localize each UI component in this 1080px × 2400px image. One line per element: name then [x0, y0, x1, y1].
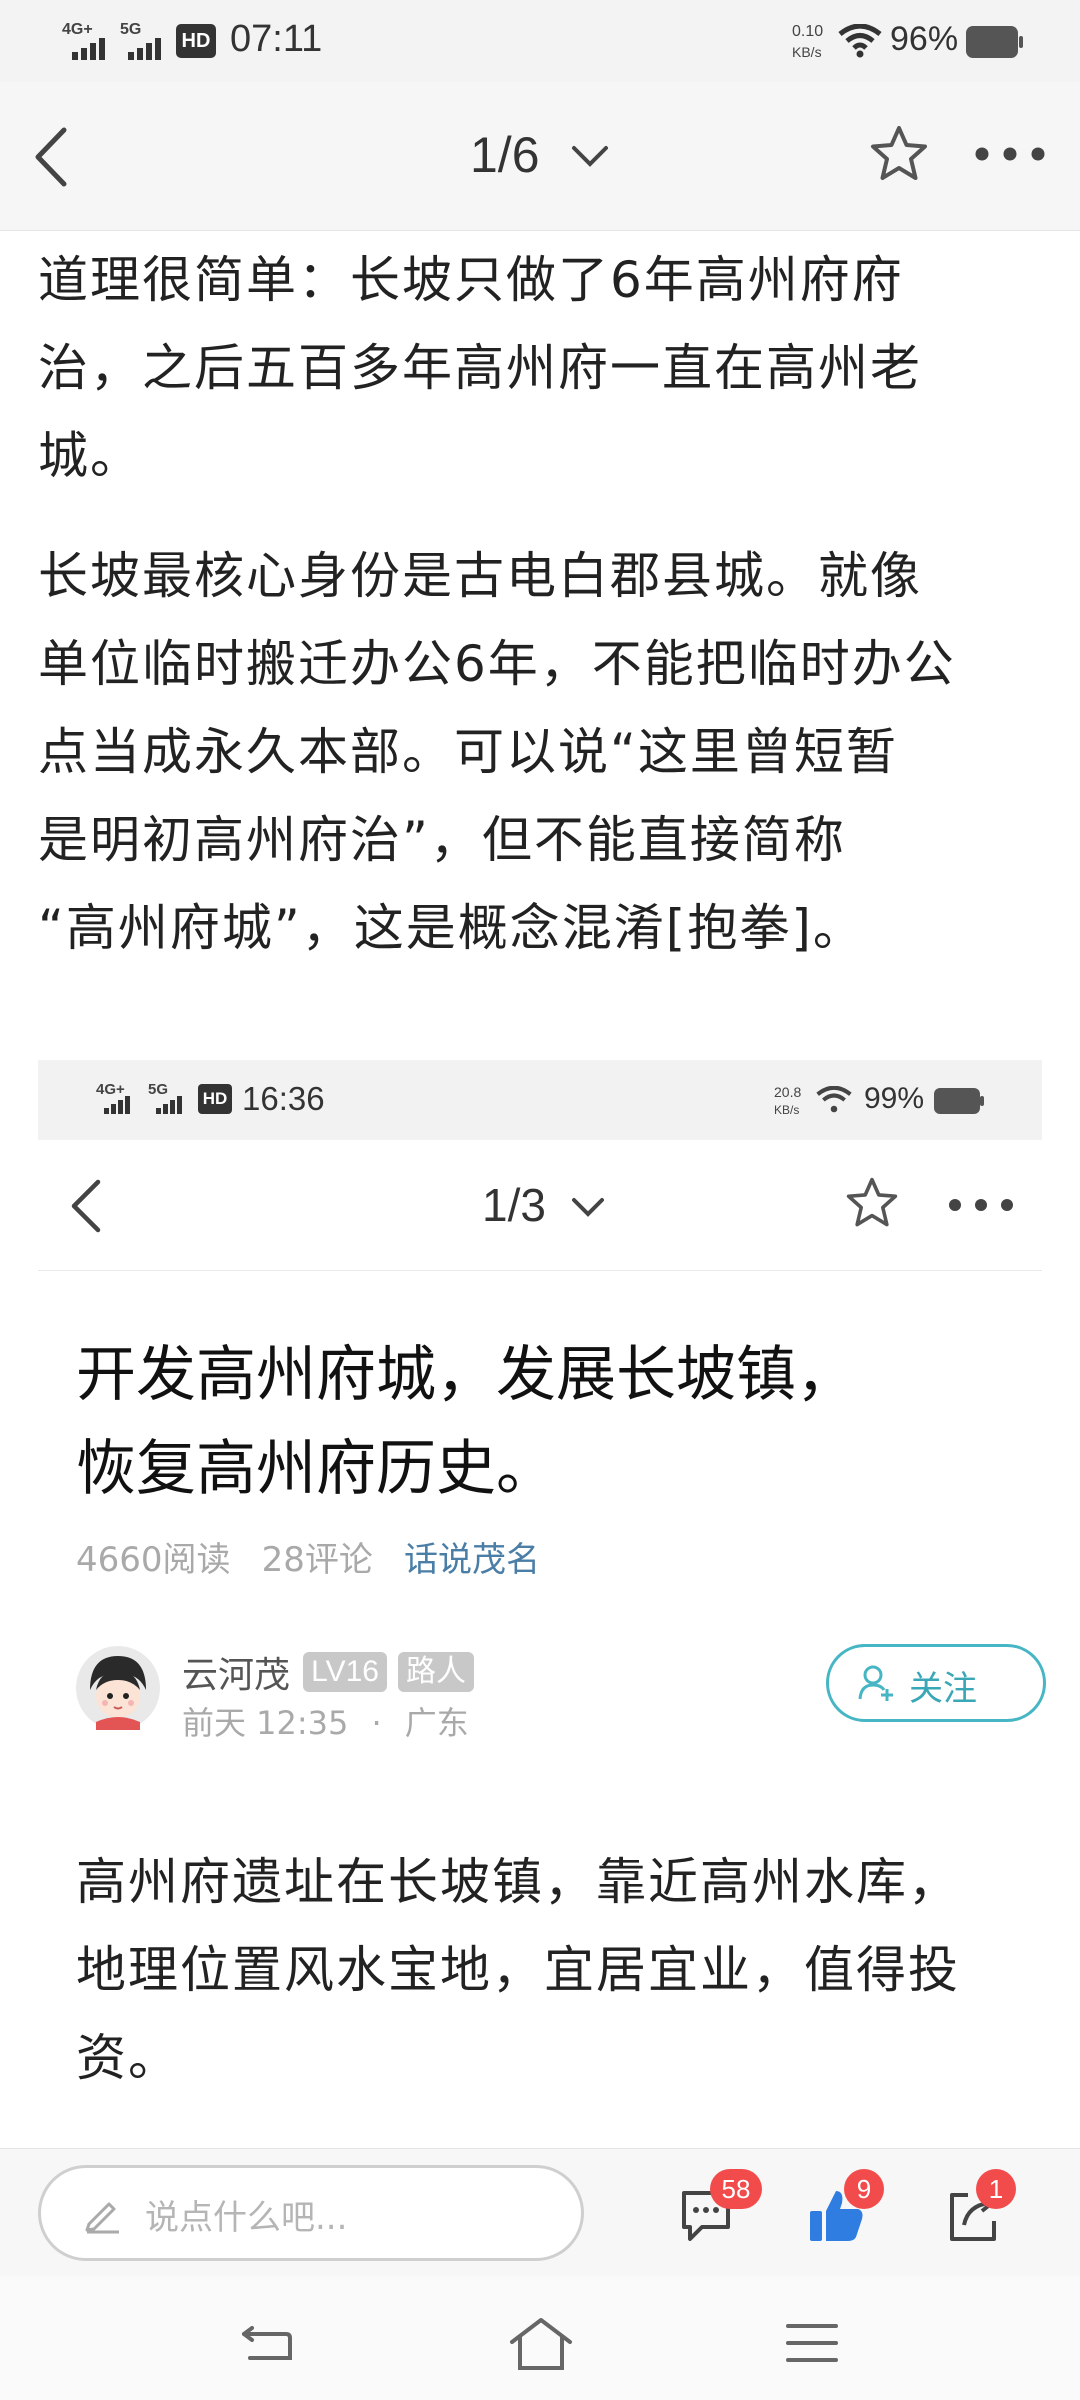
network-label-4g: 4G+ [62, 21, 93, 38]
network-speed-value: 0.10 [792, 23, 824, 40]
post-meta: 4660阅读 28评论 话说茂名 [76, 1532, 540, 1580]
post-title-line: 开发高州府城，发展长坡镇， [76, 1340, 856, 1410]
embedded-battery-percent: 99% [864, 1082, 925, 1115]
level-badge: LV16 [303, 1652, 387, 1692]
comments-button[interactable]: 58 [670, 2169, 790, 2259]
paragraph-line: 城。 [38, 427, 142, 485]
embedded-status-bar: 4G+ 5G HD 16:36 20.8 KB/s 99% [38, 1060, 1042, 1140]
embedded-signal-icon-2 [156, 1096, 182, 1114]
signal-icon-2 [128, 38, 161, 60]
post-body-line: 资。 [76, 2029, 180, 2087]
paragraph-line: “高州府城”，这是概念混淆[抱拳]。 [38, 899, 865, 957]
follow-label: 关注 [909, 1669, 977, 1709]
embedded-nav-bar: 1/3 [38, 1140, 1042, 1271]
embedded-hd-icon: HD [198, 1084, 232, 1114]
embedded-speed-unit: KB/s [774, 1103, 800, 1117]
embedded-more-icon [949, 1199, 1013, 1211]
network-label-5g: 5G [120, 21, 142, 38]
post-time-location: 前天 12:35 · 广东 [182, 1698, 469, 1744]
star-icon[interactable] [868, 124, 930, 184]
post-body-line: 地理位置风水宝地，宜居宜业，值得投 [76, 1941, 960, 1999]
meta-separator: · [371, 1704, 382, 1742]
signal-icon [72, 38, 105, 60]
paragraph-line: 长坡最核心身份是古电白郡县城。就像 [38, 547, 922, 605]
top-nav-bar: 1/6 [0, 82, 1080, 231]
post-time: 前天 12:35 [182, 1704, 349, 1742]
embedded-battery-icon [934, 1088, 984, 1114]
pencil-icon [85, 2202, 119, 2234]
comment-count-meta: 28评论 [261, 1540, 373, 1580]
system-home-icon[interactable] [506, 2316, 576, 2372]
comment-placeholder: 说点什么吧... [145, 2198, 348, 2238]
paragraph-line: 点当成永久本部。可以说“这里曾短暂 [38, 723, 898, 781]
post-body-line: 高州府遗址在长坡镇，靠近高州水库， [76, 1853, 960, 1911]
paragraph-line: 治，之后五百多年高州府一直在高州老 [38, 339, 922, 397]
post-body: 高州府遗址在长坡镇，靠近高州水库， 地理位置风水宝地，宜居宜业，值得投 资。 [76, 1838, 1036, 2102]
post-title-line: 恢复高州府历史。 [76, 1434, 556, 1504]
paragraph-line: 是明初高州府治”，但不能直接简称 [38, 811, 846, 869]
embedded-speed-value: 20.8 [774, 1084, 802, 1100]
battery-icon [966, 26, 1023, 58]
like-button[interactable]: 9 [800, 2169, 910, 2259]
share-count-badge: 1 [976, 2169, 1016, 2209]
follow-button: 关注 [826, 1644, 1046, 1722]
system-nav-bar [0, 2276, 1080, 2400]
chevron-down-icon [572, 146, 608, 167]
article-paragraph-1: 道理很简单：长坡只做了6年高州府府 治，之后五百多年高州府一直在高州老 城。 [38, 236, 1048, 500]
topic-link: 话说茂名 [403, 1540, 540, 1580]
network-speed-unit: KB/s [792, 44, 822, 60]
system-back-icon[interactable] [240, 2320, 296, 2366]
battery-percent: 96% [890, 20, 959, 58]
read-count: 4660阅读 [76, 1540, 231, 1580]
embedded-page-indicator: 1/3 [482, 1179, 546, 1231]
comment-input[interactable]: 说点什么吧... [38, 2165, 584, 2261]
paragraph-line: 道理很简单：长坡只做了6年高州府府 [38, 251, 904, 309]
paragraph-line: 单位临时搬迁办公6年，不能把临时办公 [38, 635, 956, 693]
share-button[interactable]: 1 [930, 2169, 1040, 2259]
more-options-icon[interactable] [974, 146, 1046, 162]
embedded-status-time: 16:36 [242, 1080, 325, 1117]
embedded-signal-icon [104, 1096, 130, 1114]
author-avatar [76, 1646, 160, 1730]
hd-voice-icon: HD [176, 24, 216, 58]
embedded-post-title: 开发高州府城，发展长坡镇， 恢复高州府历史。 [76, 1328, 1036, 1516]
comment-count-badge: 58 [710, 2169, 762, 2209]
embedded-back-arrow-icon [71, 1179, 101, 1233]
page-indicator: 1/6 [470, 127, 540, 183]
embedded-wifi-icon [816, 1086, 852, 1113]
bottom-action-bar: 说点什么吧... 58 9 1 [0, 2148, 1080, 2277]
post-location: 广东 [404, 1704, 469, 1742]
like-count-badge: 9 [844, 2169, 884, 2209]
author-name-row: 云河茂 LV16 路人 [182, 1646, 475, 1696]
back-arrow-icon[interactable] [32, 126, 72, 188]
author-name: 云河茂 [182, 1655, 291, 1696]
embedded-star-icon [846, 1177, 898, 1227]
add-user-icon [858, 1665, 893, 1701]
embedded-chevron-down-icon [572, 1198, 604, 1217]
system-menu-icon[interactable] [784, 2322, 840, 2364]
page-selector[interactable]: 1/6 [470, 126, 640, 188]
wifi-icon [838, 24, 882, 58]
status-bar: 4G+ 5G HD 07:11 0.10 KB/s 96% [0, 0, 1080, 82]
article-paragraph-2: 长坡最核心身份是古电白郡县城。就像 单位临时搬迁办公6年，不能把临时办公 点当成… [38, 532, 1048, 972]
status-time: 07:11 [230, 18, 323, 60]
rank-badge: 路人 [398, 1652, 475, 1692]
